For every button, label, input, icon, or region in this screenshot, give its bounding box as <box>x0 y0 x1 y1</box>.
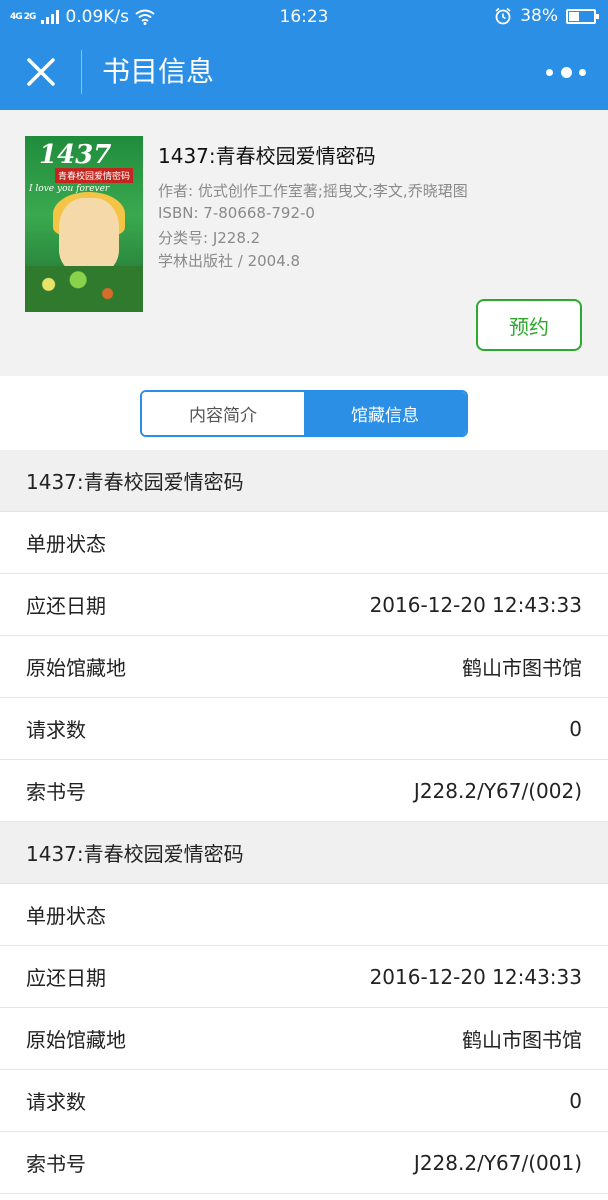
row-label: 应还日期 <box>26 966 106 990</box>
tab-summary[interactable]: 内容简介 <box>142 392 304 435</box>
cover-subtitle: 青春校园爱情密码 <box>55 168 134 183</box>
row-value: 鹤山市图书馆 <box>462 1028 582 1052</box>
holding-group-title: 1437:青春校园爱情密码 <box>0 450 608 512</box>
book-cover-image[interactable]: 1437 I love you forever 青春校园爱情密码 <box>25 136 143 312</box>
alarm-icon <box>495 7 511 25</box>
more-icon-dot <box>546 68 553 76</box>
app-header: 书目信息 <box>0 34 608 110</box>
row-value: J228.2/Y67/(002) <box>413 778 582 803</box>
close-button[interactable] <box>22 53 60 91</box>
holding-group: 1437:青春校园爱情密码 单册状态 应还日期 2016-12-20 12:43… <box>0 822 608 1194</box>
row-label: 单册状态 <box>26 904 106 928</box>
cover-number: 1437 <box>39 140 112 170</box>
holding-group-title: 1437:青春校园爱情密码 <box>0 822 608 884</box>
row-value: 2016-12-20 12:43:33 <box>369 964 582 989</box>
row-value: J228.2/Y67/(001) <box>413 1150 582 1175</box>
row-label: 请求数 <box>26 1090 86 1114</box>
book-title: 1437:青春校园爱情密码 <box>158 144 376 168</box>
row-value: 0 <box>569 1088 582 1113</box>
more-icon-dot <box>579 68 586 76</box>
row-label: 索书号 <box>26 1152 86 1176</box>
holding-row-status: 单册状态 <box>0 512 608 574</box>
book-classification: 分类号: J228.2 <box>158 229 261 247</box>
row-value: 2016-12-20 12:43:33 <box>369 592 582 617</box>
page-title: 书目信息 <box>102 55 215 88</box>
holding-row-location: 原始馆藏地 鹤山市图书馆 <box>0 1008 608 1070</box>
holding-row-location: 原始馆藏地 鹤山市图书馆 <box>0 636 608 698</box>
book-author: 作者: 优式创作工作室著;摇曳文;李文,乔晓珺图 <box>158 182 468 200</box>
row-value: 鹤山市图书馆 <box>462 656 582 680</box>
holding-row-due-date: 应还日期 2016-12-20 12:43:33 <box>0 946 608 1008</box>
cover-illustration-face <box>59 198 119 272</box>
close-icon <box>27 58 55 86</box>
holding-row-requests: 请求数 0 <box>0 1070 608 1132</box>
row-label: 应还日期 <box>26 594 106 618</box>
book-info-section: 1437 I love you forever 青春校园爱情密码 1437:青春… <box>0 110 608 376</box>
status-right: 38% <box>494 6 599 26</box>
holding-row-status: 单册状态 <box>0 884 608 946</box>
row-label: 原始馆藏地 <box>26 1028 126 1052</box>
row-label: 请求数 <box>26 718 86 742</box>
book-isbn: ISBN: 7-80668-792-0 <box>158 204 315 222</box>
battery-fill <box>569 11 579 21</box>
header-divider <box>81 50 82 94</box>
holding-row-call-number: 索书号 J228.2/Y67/(001) <box>0 1132 608 1194</box>
battery-icon <box>566 8 599 24</box>
holding-row-due-date: 应还日期 2016-12-20 12:43:33 <box>0 574 608 636</box>
row-label: 索书号 <box>26 780 86 804</box>
row-label: 原始馆藏地 <box>26 656 126 680</box>
tab-switcher: 内容简介 馆藏信息 <box>140 390 468 437</box>
book-publisher: 学林出版社 / 2004.8 <box>158 252 301 270</box>
more-button[interactable] <box>546 58 586 86</box>
holding-group: 1437:青春校园爱情密码 单册状态 应还日期 2016-12-20 12:43… <box>0 450 608 822</box>
tab-holdings[interactable]: 馆藏信息 <box>304 392 466 435</box>
cover-tagline: I love you forever <box>29 184 110 194</box>
battery-percent: 38% <box>520 6 558 26</box>
more-icon-dot <box>560 66 572 78</box>
status-bar: 4G 2G 0.09K/s 16:23 38% <box>0 0 608 34</box>
row-label: 单册状态 <box>26 532 106 556</box>
holding-row-call-number: 索书号 J228.2/Y67/(002) <box>0 760 608 822</box>
reserve-button[interactable]: 预约 <box>476 299 582 351</box>
holding-row-requests: 请求数 0 <box>0 698 608 760</box>
cover-illustration-plants <box>25 266 143 312</box>
row-value: 0 <box>569 716 582 741</box>
holdings-list: 1437:青春校园爱情密码 单册状态 应还日期 2016-12-20 12:43… <box>0 450 608 1194</box>
